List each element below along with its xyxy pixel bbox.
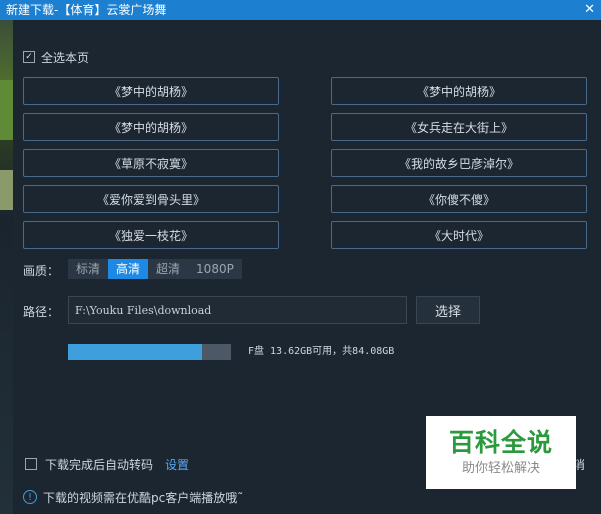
background-fragment [0, 170, 13, 210]
select-all-checkbox[interactable]: ✓ 全选本页 [23, 49, 89, 65]
quality-option[interactable]: 超清 [148, 259, 189, 279]
playback-notice: ! 下载的视频需在优酷pc客户端播放哦˜ [23, 488, 243, 506]
song-item[interactable]: 《梦中的胡杨》 [331, 77, 587, 105]
watermark-subtitle: 助你轻松解决 [461, 460, 540, 476]
select-all-label: 全选本页 [41, 50, 90, 65]
path-label: 路径： [23, 305, 60, 319]
close-icon[interactable]: ✕ [584, 0, 595, 20]
background-window-strip [0, 20, 13, 514]
watermark-title: 百科全说 [448, 427, 553, 457]
background-fragment [0, 80, 13, 140]
song-item[interactable]: 《爱你爱到骨头里》 [23, 185, 279, 213]
song-item[interactable]: 《梦中的胡杨》 [23, 113, 279, 141]
song-item[interactable]: 《草原不寂寞》 [23, 149, 279, 177]
song-item[interactable]: 《我的故乡巴彦淖尔》 [331, 149, 587, 177]
quality-label: 画质： [23, 264, 60, 278]
song-item[interactable]: 《大时代》 [331, 221, 587, 249]
auto-convert-label: 下载完成后自动转码 [45, 457, 154, 472]
song-item[interactable]: 《独爱一枝花》 [23, 221, 279, 249]
path-input[interactable] [68, 296, 407, 324]
info-icon: ! [23, 490, 37, 504]
window-title: 新建下载-【体育】云裳广场舞 [6, 3, 167, 17]
choose-path-button[interactable]: 选择 [416, 296, 480, 324]
auto-convert-option: 下载完成后自动转码 设置 [25, 456, 189, 472]
song-item[interactable]: 《女兵走在大街上》 [331, 113, 587, 141]
storage-usage-fill [68, 344, 202, 360]
quality-selector: 标清 高清 超清 1080P [68, 259, 242, 279]
settings-link[interactable]: 设置 [165, 456, 189, 473]
song-item[interactable]: 《你傻不傻》 [331, 185, 587, 213]
disk-space-info: F盘 13.62GB可用，共84.08GB [248, 346, 395, 357]
song-item[interactable]: 《梦中的胡杨》 [23, 77, 279, 105]
quality-option[interactable]: 标清 [68, 259, 109, 279]
checkbox-checked-icon[interactable]: ✓ [23, 51, 35, 63]
notice-text: 下载的视频需在优酷pc客户端播放哦˜ [43, 490, 244, 505]
auto-convert-checkbox[interactable] [25, 458, 37, 470]
title-bar: 新建下载-【体育】云裳广场舞 ✕ [0, 0, 601, 20]
watermark-logo: 百科全说 助你轻松解决 [426, 416, 576, 489]
quality-option[interactable]: 高清 [108, 259, 149, 279]
quality-option[interactable]: 1080P [188, 259, 242, 279]
storage-usage-bar [68, 344, 231, 360]
